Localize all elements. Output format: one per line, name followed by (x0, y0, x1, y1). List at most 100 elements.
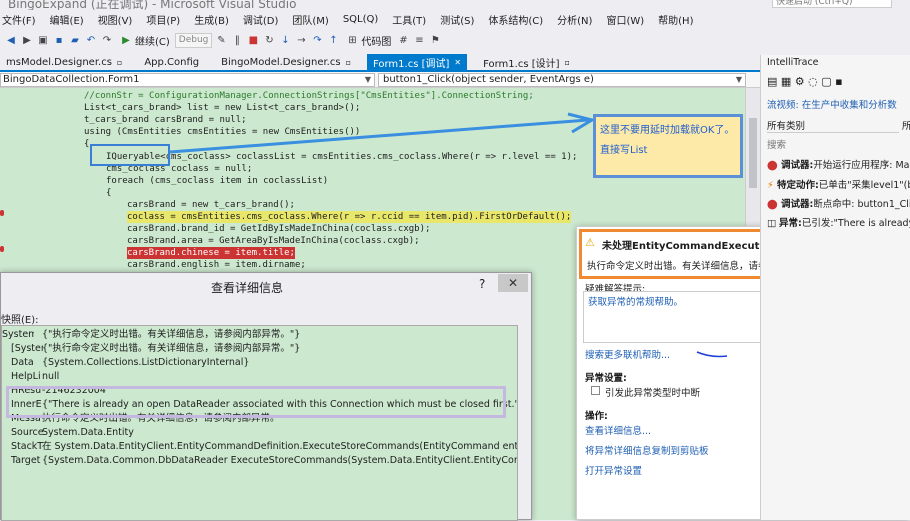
tab-label: App.Config (144, 56, 200, 68)
pin-icon[interactable]: ▫ (565, 58, 570, 67)
class-dropdown[interactable]: BingoDataCollection.Form1 ▼ (0, 73, 375, 87)
tab-bingomodel-designer[interactable]: BingoModel.Designer.cs ▫ (215, 54, 357, 70)
config-select[interactable]: Debug (174, 32, 213, 48)
search-box[interactable]: 搜索 (767, 137, 786, 151)
dialog-title: 查看详细信息 (211, 281, 284, 295)
continue-label: 继续(C) (135, 36, 170, 48)
exception-settings-link[interactable]: 打开异常设置 (585, 463, 642, 477)
menu-project[interactable]: 项目(P) (146, 12, 180, 27)
close-button[interactable]: ✕ (498, 274, 528, 292)
event-item[interactable]: ◫ 异常:已引发:"There is already (767, 215, 910, 229)
member-dropdown[interactable]: button1_Click(object sender, EventArgs e… (378, 73, 746, 87)
code-map-button[interactable]: ⊞ 代码图 (345, 33, 391, 48)
step-over-icon[interactable]: ↷ (310, 33, 324, 47)
panel-title: IntelliTrace (767, 57, 819, 68)
more-help-link[interactable]: 搜索更多联机帮助... (585, 347, 670, 361)
annotation-note: 这里不要用延时加载就OK了。直接写List (593, 114, 743, 178)
pin-icon[interactable]: ▫ (117, 58, 122, 67)
member-name: button1_Click(object sender, EventArgs e… (383, 74, 594, 85)
menu-tools[interactable]: 工具(T) (392, 12, 426, 27)
stop-icon[interactable]: ■ (246, 33, 260, 47)
forward-icon[interactable]: ▶ (20, 33, 34, 47)
category-select[interactable]: 所有类别 (767, 118, 899, 133)
general-help-link[interactable]: 获取异常的常规帮助。 (588, 294, 683, 308)
tab-form1-debug[interactable]: Form1.cs [调试] ✕ (366, 54, 468, 70)
annotation-text: 这里不要用延时加载就OK了。直接写List (600, 125, 735, 156)
copy-details-link[interactable]: 将异常详细信息复制到剪贴板 (585, 443, 709, 457)
breakpoint-icon[interactable] (0, 210, 4, 216)
code-line: carsBrand.brand_id = GetIdByIsMadeInChin… (127, 224, 431, 234)
restart-icon[interactable]: ↻ (262, 33, 276, 47)
menu-team[interactable]: 团队(M) (292, 12, 328, 27)
lightning-icon: ⚡ (767, 180, 777, 191)
event-item[interactable]: ⚡ 特定动作:已单击"采集level1"(b (767, 177, 910, 191)
code-line: //connStr = ConfigurationManager.Connect… (84, 91, 534, 101)
back-icon[interactable]: ◀ (4, 33, 18, 47)
menu-test[interactable]: 测试(S) (440, 12, 474, 27)
break-checkbox[interactable] (591, 386, 600, 395)
play-icon: ▶ (122, 34, 130, 46)
step-out-icon[interactable]: ↑ (326, 33, 340, 47)
tab-msmodel-designer[interactable]: msModel.Designer.cs ▫ (0, 54, 128, 70)
thread-select[interactable]: 所有 (902, 118, 910, 132)
menu-window[interactable]: 窗口(W) (606, 12, 644, 27)
quick-launch-input[interactable]: 快速启动 (Ctrl+Q) (772, 0, 892, 8)
code-line: { (106, 188, 112, 198)
menu-analyze[interactable]: 分析(N) (557, 12, 592, 27)
menu-build[interactable]: 生成(B) (194, 12, 229, 27)
iqueryable-highlight (90, 144, 170, 166)
intellitrace-toolbar[interactable]: ▤ ▦ ⚙ ◌ ▢ ▪ (767, 75, 843, 88)
menu-bar: 文件(F) 编辑(E) 视图(V) 项目(P) 生成(B) 调试(D) 团队(M… (0, 10, 760, 28)
code-line: carsBrand = new t_cars_brand(); (127, 200, 295, 210)
navigation-bar: BingoDataCollection.Form1 ▼ button1_Click… (0, 72, 760, 88)
show-next-icon[interactable]: → (294, 33, 308, 47)
exception-icon: ◫ (767, 218, 779, 229)
code-line: { (84, 139, 90, 149)
window-title: BingoExpand (正在调试) - Microsoft Visual St… (8, 0, 297, 10)
menu-debug[interactable]: 调试(D) (243, 12, 279, 27)
undo-icon[interactable]: ↶ (84, 33, 98, 47)
intellitrace-panel: IntelliTrace ▤ ▦ ⚙ ◌ ▢ ▪ 流视频: 在生产中收集和分析数… (760, 55, 910, 520)
stream-link[interactable]: 流视频: 在生产中收集和分析数 (767, 97, 897, 111)
menu-architecture[interactable]: 体系结构(C) (488, 12, 543, 27)
code-map-label: 代码图 (361, 36, 392, 48)
scroll-thumb[interactable] (749, 118, 757, 188)
event-item[interactable]: ⬤ 调试器:开始运行应用程序: Ma (767, 157, 910, 171)
code-map-icon: ⊞ (348, 34, 357, 46)
exception-tree[interactable]: System.Da{"执行命令定义时出错。有关详细信息，请参阅内部异常。"} [… (1, 325, 518, 521)
new-item-icon[interactable]: ▣ (36, 33, 50, 47)
attach-icon[interactable]: ✎ (214, 33, 228, 47)
close-icon[interactable]: ✕ (454, 58, 461, 67)
view-details-link[interactable]: 查看详细信息... (585, 423, 651, 437)
chevron-down-icon: ▼ (364, 75, 371, 84)
bookmark-icon[interactable]: ⚑ (428, 33, 442, 47)
help-button[interactable]: ? (479, 277, 485, 291)
menu-help[interactable]: 帮助(H) (658, 12, 693, 27)
menu-view[interactable]: 视图(V) (98, 12, 133, 27)
event-item[interactable]: ⬤ 调试器:断点命中: button1_Clic (767, 196, 910, 210)
save-icon[interactable]: ▪ (52, 33, 66, 47)
tab-app-config[interactable]: App.Config (138, 54, 205, 70)
pen-mark (696, 351, 728, 358)
code-line: carsBrand.area = GetAreaByIsMadeInChina(… (127, 236, 420, 246)
tab-form1-design[interactable]: Form1.cs [设计] ▫ (477, 54, 576, 70)
pin-icon[interactable]: ▫ (346, 58, 351, 67)
save-all-icon[interactable]: ▰ (68, 33, 82, 47)
breakpoint-icon[interactable] (0, 246, 4, 252)
menu-edit[interactable]: 编辑(E) (50, 12, 84, 27)
continue-button[interactable]: ▶ 继续(C) (119, 33, 170, 48)
warning-icon: ⚠ (585, 236, 595, 249)
tab-label: Form1.cs [设计] (483, 58, 560, 70)
tab-label: msModel.Designer.cs (6, 56, 112, 68)
pause-icon[interactable]: ‖ (230, 33, 244, 47)
menu-file[interactable]: 文件(F) (2, 12, 36, 27)
code-line: carsBrand.english = item.dirname; (127, 260, 306, 270)
redo-icon[interactable]: ↷ (100, 33, 114, 47)
annotation-arrow (169, 112, 596, 154)
code-line: foreach (cms_coclass item in coclassList… (106, 176, 329, 186)
menu-sql[interactable]: SQL(Q) (343, 14, 378, 25)
hex-icon[interactable]: # (396, 33, 410, 47)
comment-icon[interactable]: ≡ (412, 33, 426, 47)
class-name: BingoDataCollection.Form1 (3, 74, 140, 85)
step-into-icon[interactable]: ↓ (278, 33, 292, 47)
